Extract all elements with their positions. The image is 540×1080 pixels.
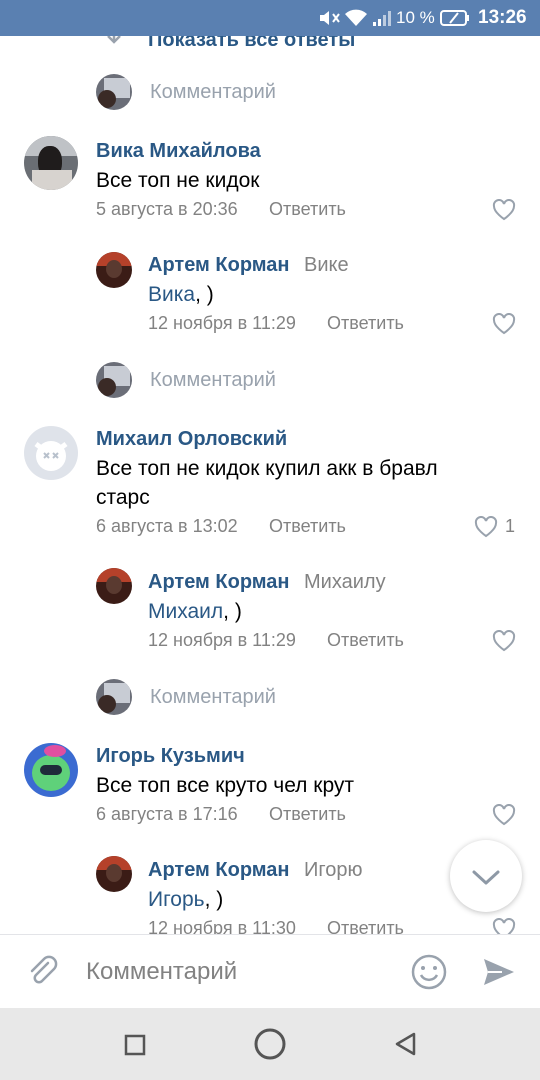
reply-author[interactable]: Артем Корман — [148, 254, 290, 277]
reply-text: Михаил, ) — [148, 597, 242, 626]
reply-button[interactable]: Ответить — [269, 199, 346, 220]
heart-icon[interactable] — [474, 515, 498, 538]
like-count: 1 — [505, 516, 516, 536]
comment-date: 5 августа в 20:36 — [96, 199, 238, 219]
avatar[interactable] — [24, 426, 78, 480]
reply-date: 12 ноября в 11:30 — [148, 918, 296, 934]
square-nav-icon[interactable] — [124, 1034, 146, 1061]
system-navigation-bar — [0, 1008, 540, 1080]
reply-button[interactable]: Ответить — [327, 918, 404, 934]
triangle-back-icon[interactable] — [394, 1032, 418, 1061]
reply-button[interactable]: Ответить — [327, 630, 404, 651]
wifi-icon — [344, 0, 368, 36]
comment-text-line: старс — [96, 486, 150, 509]
avatar — [96, 74, 132, 110]
reply-addressee[interactable]: Михаилу — [304, 571, 386, 594]
show-all-replies-link[interactable]: Показать все ответы — [148, 36, 355, 52]
circle-nav-icon[interactable] — [253, 1027, 287, 1066]
reply-text: Вика, ) — [148, 280, 214, 309]
reply-text-suffix: , ) — [223, 600, 242, 623]
reply-author[interactable]: Артем Корман — [148, 859, 290, 882]
reply-text-suffix: , ) — [204, 888, 224, 911]
avatar[interactable] — [24, 136, 78, 190]
comment-text-line: Все топ не кидок купил акк в бравл — [96, 457, 438, 480]
avatar[interactable] — [96, 252, 132, 288]
smiley-icon[interactable] — [410, 953, 448, 996]
comment-text: Все топ не кидок — [96, 169, 260, 192]
avatar — [96, 679, 132, 715]
reply-addressee[interactable]: Игорю — [304, 859, 362, 882]
mention-link[interactable]: Михаил — [148, 600, 223, 623]
heart-icon[interactable] — [492, 803, 516, 826]
reply-button[interactable]: Ответить — [269, 516, 346, 537]
send-icon[interactable] — [480, 953, 518, 996]
chevron-down-icon — [472, 870, 500, 885]
comment-author[interactable]: Михаил Орловский — [96, 428, 287, 451]
comment-author[interactable]: Вика Михайлова — [96, 140, 261, 163]
comment-text: Все топ все круто чел крут — [96, 774, 355, 797]
reply-text-suffix: , ) — [195, 283, 214, 306]
dog-placeholder-icon — [34, 441, 68, 471]
reply-author[interactable]: Артем Корман — [148, 571, 290, 594]
comment-composer: Комментарий — [0, 934, 540, 1009]
reply-comment-input[interactable]: Комментарий — [150, 81, 276, 104]
clock: 13:26 — [478, 7, 527, 28]
status-bar: 10 % 13:26 — [0, 0, 540, 36]
heart-icon[interactable] — [492, 198, 516, 221]
signal-icon — [372, 0, 392, 36]
mute-icon — [318, 0, 342, 36]
arrow-down-icon[interactable] — [104, 36, 124, 51]
comments-feed[interactable]: Показать все ответы Комментарий Вика Мих… — [0, 36, 540, 934]
comment-input[interactable]: Комментарий — [86, 958, 237, 986]
battery-icon — [440, 0, 470, 36]
comment-date: 6 августа в 17:16 — [96, 804, 238, 824]
comment-author[interactable]: Игорь Кузьмич — [96, 745, 245, 768]
heart-icon[interactable] — [492, 629, 516, 652]
reply-date: 12 ноября в 11:29 — [148, 630, 296, 650]
heart-icon[interactable] — [492, 312, 516, 335]
reply-button[interactable]: Ответить — [327, 313, 404, 334]
comment-date: 6 августа в 13:02 — [96, 516, 238, 536]
reply-date: 12 ноября в 11:29 — [148, 313, 296, 333]
mention-link[interactable]: Вика — [148, 283, 195, 306]
reply-button[interactable]: Ответить — [269, 804, 346, 825]
reply-comment-input[interactable]: Комментарий — [150, 686, 276, 709]
scroll-down-button[interactable] — [450, 840, 522, 912]
reply-text: Игорь, ) — [148, 885, 223, 914]
reply-comment-input[interactable]: Комментарий — [150, 369, 276, 392]
paperclip-icon[interactable] — [26, 955, 60, 994]
avatar[interactable] — [24, 743, 78, 797]
mention-link[interactable]: Игорь — [148, 888, 205, 911]
avatar[interactable] — [96, 568, 132, 604]
avatar[interactable] — [96, 856, 132, 892]
battery-percent: 10 % — [396, 8, 435, 27]
reply-addressee[interactable]: Вике — [304, 254, 349, 277]
avatar — [96, 362, 132, 398]
heart-icon[interactable] — [492, 917, 516, 934]
